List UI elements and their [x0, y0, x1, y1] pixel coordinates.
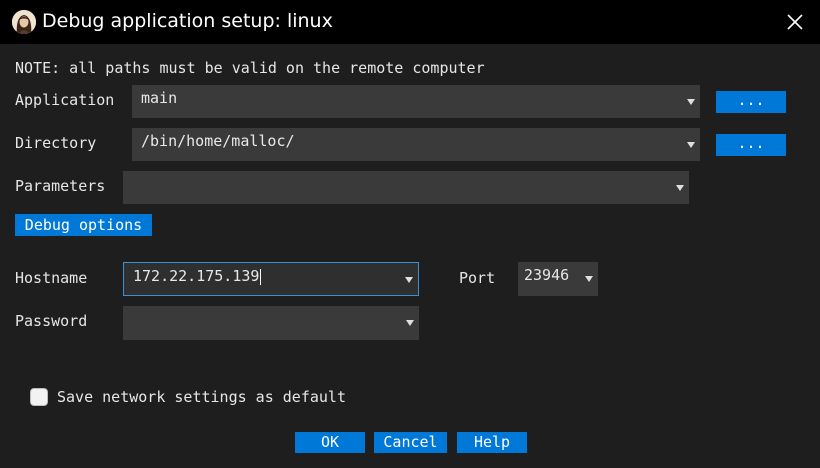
window-title: Debug application setup: linux: [42, 10, 333, 32]
port-combo[interactable]: 23946: [518, 262, 598, 296]
port-value: 23946: [524, 266, 570, 284]
hostname-label: Hostname: [15, 269, 88, 287]
title-bar[interactable]: Debug application setup: linux: [0, 0, 820, 44]
application-browse-button[interactable]: ...: [716, 91, 786, 113]
debug-setup-dialog: Debug application setup: linux NOTE: all…: [0, 0, 820, 468]
cancel-button[interactable]: Cancel: [374, 432, 447, 453]
directory-combo[interactable]: /bin/home/malloc/: [132, 128, 700, 161]
chevron-down-icon: [687, 99, 695, 105]
port-label: Port: [459, 269, 496, 287]
password-label: Password: [15, 312, 88, 330]
hostname-combo[interactable]: 172.22.175.139: [123, 262, 419, 296]
chevron-down-icon: [676, 185, 684, 191]
directory-value: /bin/home/malloc/: [141, 132, 295, 150]
hostname-value: 172.22.175.139: [133, 267, 262, 285]
save-default-label[interactable]: Save network settings as default: [57, 388, 346, 406]
password-combo[interactable]: [123, 306, 419, 340]
text-cursor: [260, 268, 262, 285]
application-combo[interactable]: main: [132, 85, 700, 118]
application-value: main: [141, 89, 178, 107]
parameters-label: Parameters: [15, 177, 106, 195]
ok-button[interactable]: OK: [295, 432, 365, 453]
save-default-checkbox[interactable]: [30, 388, 48, 406]
directory-browse-button[interactable]: ...: [716, 134, 786, 156]
application-label: Application: [15, 91, 115, 109]
debug-options-button[interactable]: Debug options: [15, 214, 152, 236]
chevron-down-icon: [585, 276, 593, 282]
chevron-down-icon: [687, 142, 695, 148]
parameters-combo[interactable]: [123, 171, 689, 204]
close-icon[interactable]: [776, 4, 814, 40]
help-button[interactable]: Help: [457, 432, 527, 453]
directory-label: Directory: [15, 134, 97, 152]
chevron-down-icon: [405, 277, 413, 283]
portrait-icon: [12, 10, 36, 34]
chevron-down-icon: [406, 320, 414, 326]
remote-path-note: NOTE: all paths must be valid on the rem…: [15, 59, 485, 77]
